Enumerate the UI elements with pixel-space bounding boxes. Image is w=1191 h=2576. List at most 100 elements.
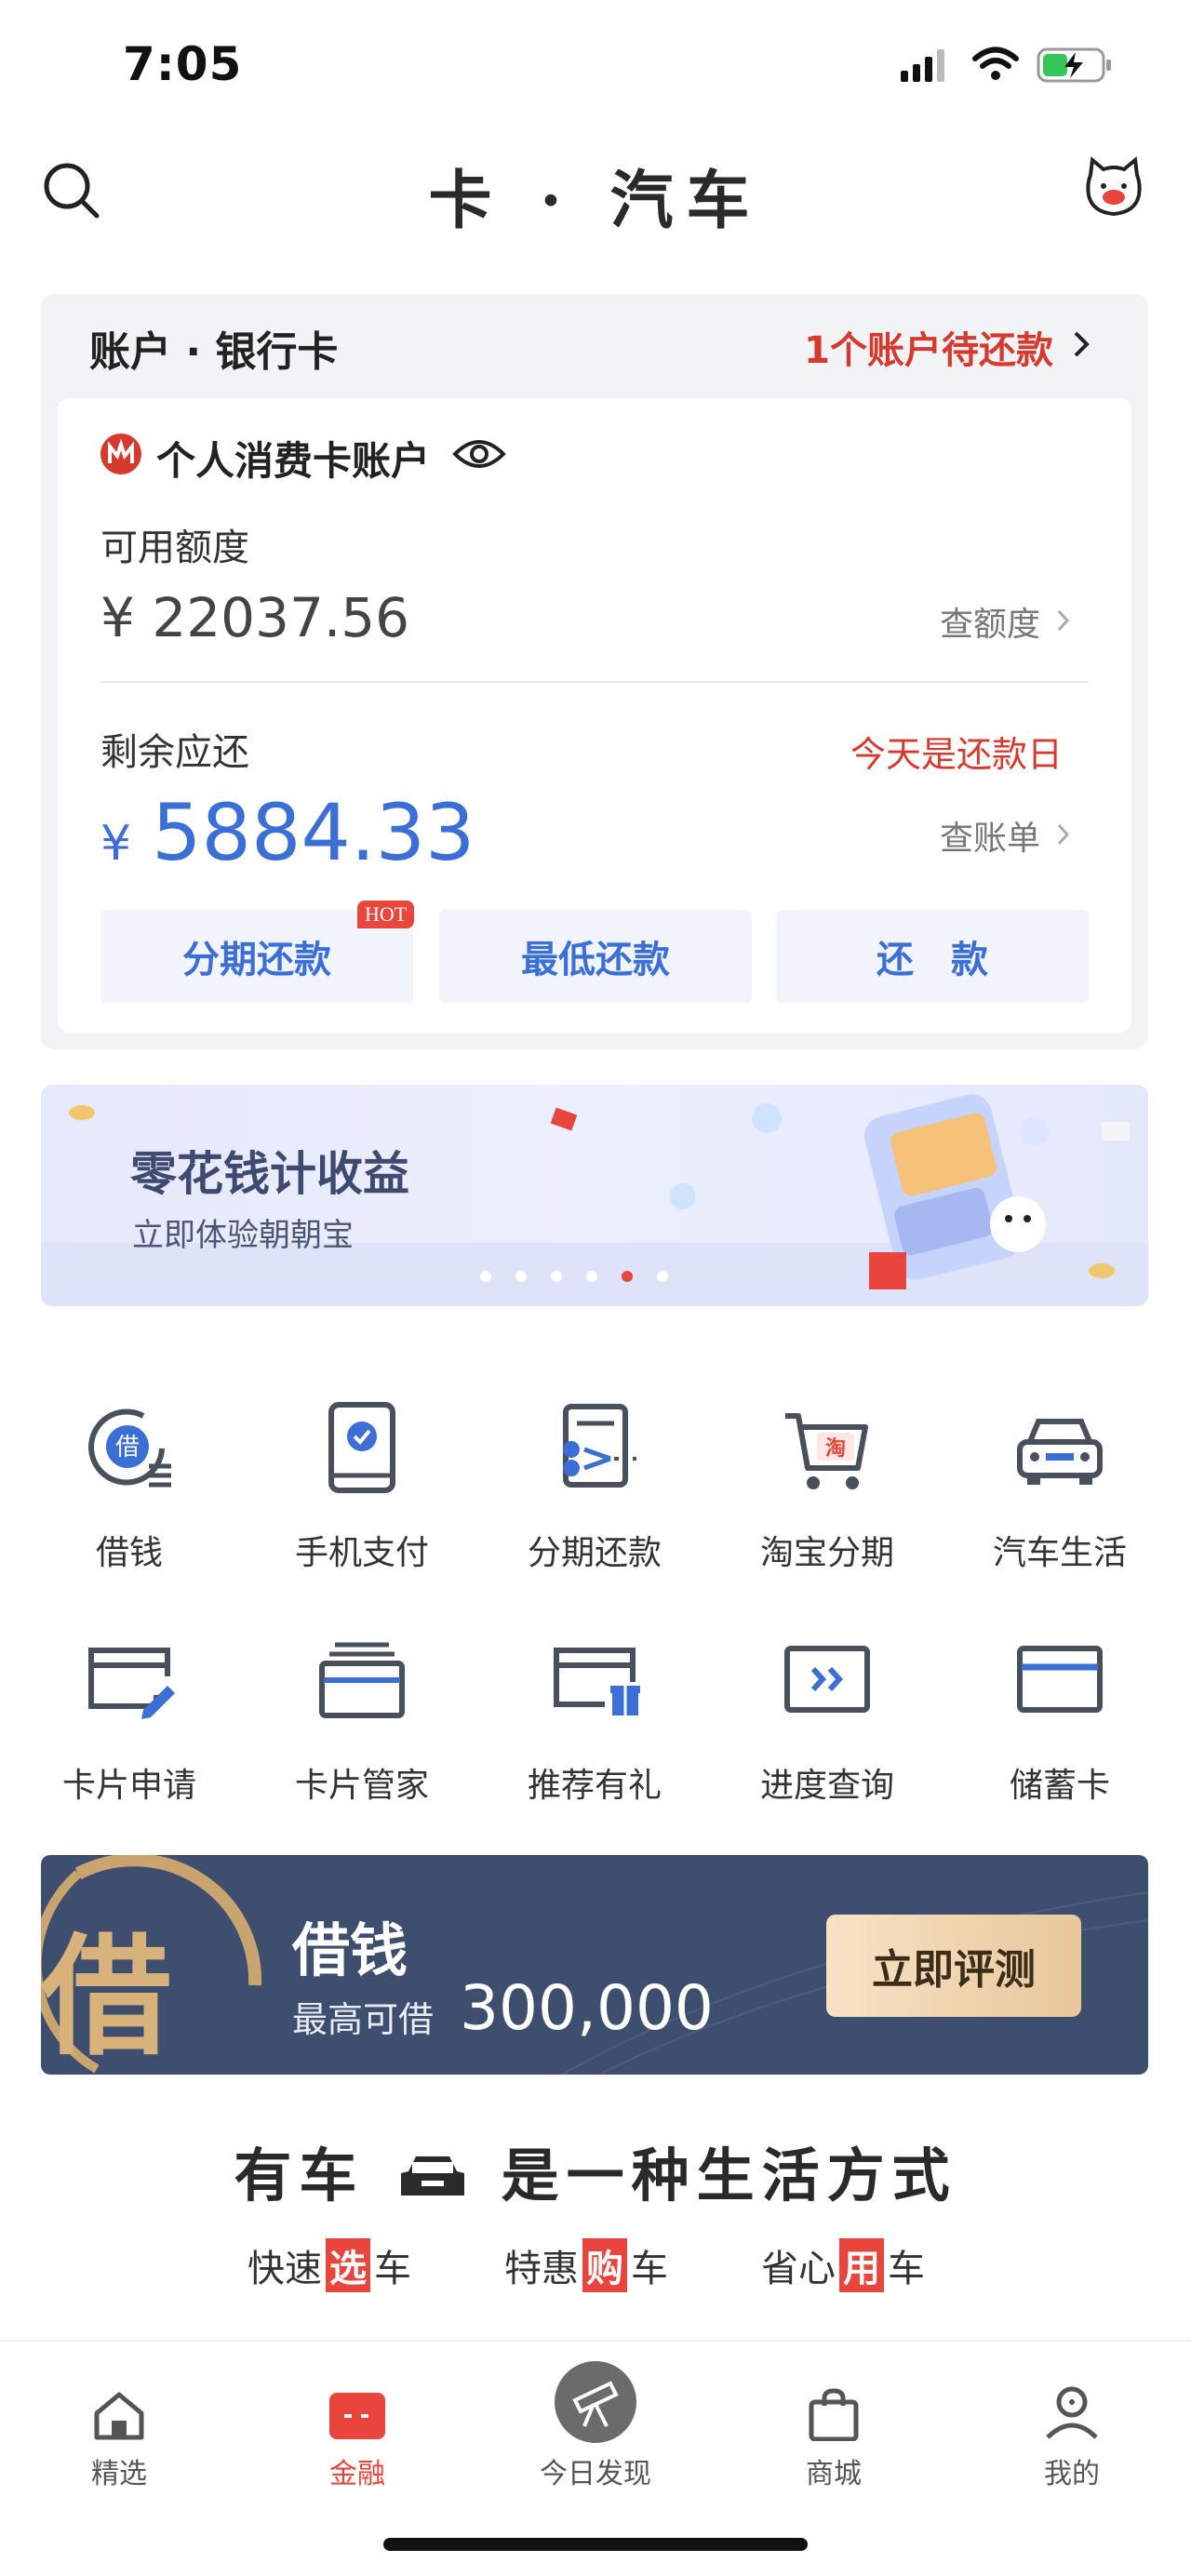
card-manager-icon xyxy=(311,1630,413,1732)
telescope-icon xyxy=(476,2361,715,2443)
grid-item-borrow[interactable]: 借 借钱 xyxy=(13,1397,246,1574)
hot-badge: HOT xyxy=(357,901,415,928)
check-limit-text: 查额度 xyxy=(939,606,1040,644)
progress-icon xyxy=(776,1630,878,1732)
carousel-dot xyxy=(551,1271,562,1282)
taobao-cart-icon: 淘 xyxy=(776,1397,878,1500)
grid-item-car-life[interactable]: 汽车生活 xyxy=(943,1397,1176,1574)
due-notice-text: 1个账户待还款 xyxy=(804,329,1053,372)
tab-mine[interactable]: 我的 xyxy=(953,2363,1191,2491)
grid-label: 汽车生活 xyxy=(992,1534,1127,1572)
shopping-bag-icon xyxy=(715,2363,953,2441)
user-icon xyxy=(953,2363,1191,2441)
eye-icon[interactable] xyxy=(452,435,506,476)
car-link-choose[interactable]: 快速选车 xyxy=(248,2238,411,2292)
wifi-icon xyxy=(971,47,1020,86)
tab-discover[interactable]: 今日发现 xyxy=(476,2361,715,2491)
card-name: 个人消费卡账户 xyxy=(156,438,431,484)
loan-amount: 300,000 xyxy=(460,1972,714,2044)
carousel-dot xyxy=(657,1271,668,1282)
slogan-part-a: 有车 xyxy=(234,2142,365,2209)
due-today-text: 今天是还款日 xyxy=(850,734,1063,775)
debit-card-icon xyxy=(1009,1630,1111,1732)
tab-label: 商城 xyxy=(806,2458,862,2490)
banner-title: 零花钱计收益 xyxy=(130,1146,409,1201)
bank-logo-icon xyxy=(99,432,143,480)
tab-label: 精选 xyxy=(91,2458,147,2490)
borrow-icon: 借 xyxy=(78,1397,181,1500)
grid-item-progress[interactable]: 进度查询 xyxy=(711,1630,943,1807)
grid-label: 淘宝分期 xyxy=(759,1534,894,1572)
svg-text:淘: 淘 xyxy=(825,1436,846,1461)
minimum-repay-button[interactable]: 最低还款 xyxy=(439,910,752,1003)
car-link-pre: 快速 xyxy=(248,2248,322,2290)
carousel-dot-active xyxy=(622,1271,633,1282)
grid-item-card-apply[interactable]: 卡片申请 xyxy=(13,1630,246,1807)
car-link-highlight: 用 xyxy=(839,2238,884,2292)
check-limit-link[interactable]: 查额度 xyxy=(940,597,1070,646)
grid-label: 进度查询 xyxy=(759,1767,894,1805)
tab-featured[interactable]: 精选 xyxy=(0,2363,238,2491)
banner-subtitle: 立即体验朝朝宝 xyxy=(132,1217,354,1254)
cat-mascot-icon[interactable] xyxy=(1083,156,1144,221)
grid-label: 卡片申请 xyxy=(61,1767,196,1805)
tab-label: 我的 xyxy=(1044,2458,1100,2490)
grid-label: 借钱 xyxy=(95,1534,163,1572)
grid-label: 推荐有礼 xyxy=(527,1767,662,1805)
svg-text:借: 借 xyxy=(115,1434,140,1462)
grid-label: 储蓄卡 xyxy=(1009,1767,1110,1805)
carousel-dot xyxy=(480,1271,491,1282)
remaining-amount: ¥ 5884.33 xyxy=(100,787,475,878)
car-link-buy[interactable]: 特惠购车 xyxy=(504,2238,668,2292)
divider xyxy=(100,681,1089,683)
signal-icon xyxy=(901,48,947,86)
currency-symbol: ¥ xyxy=(100,816,132,872)
chevron-right-icon xyxy=(1072,326,1091,368)
repay-button[interactable]: 还 款 xyxy=(776,910,1089,1003)
grid-item-referral[interactable]: 推荐有礼 xyxy=(478,1630,711,1807)
check-bill-link[interactable]: 查账单 xyxy=(940,811,1070,860)
loan-title: 借钱 xyxy=(292,1916,408,1984)
grid-item-installment[interactable]: 分期还款 xyxy=(478,1397,711,1574)
phone-pay-icon xyxy=(311,1397,413,1500)
check-bill-text: 查账单 xyxy=(939,820,1040,858)
loan-prefix: 最高可借 xyxy=(292,1999,435,2040)
carousel-dots xyxy=(480,1271,668,1282)
tab-label: 金融 xyxy=(329,2458,385,2490)
home-icon xyxy=(0,2363,238,2441)
available-label: 可用额度 xyxy=(100,527,249,569)
remaining-value: 5884.33 xyxy=(152,787,475,878)
battery-icon xyxy=(1037,47,1115,87)
car-link-post: 车 xyxy=(631,2248,668,2290)
grid-item-phone-pay[interactable]: 手机支付 xyxy=(246,1397,478,1574)
car-link-highlight: 选 xyxy=(326,2238,370,2292)
account-section-title: 账户 · 银行卡 xyxy=(89,328,339,376)
remaining-label: 剩余应还 xyxy=(100,731,249,774)
chevron-right-icon xyxy=(1057,817,1070,855)
car-slogan: 有车 是一种生活方式 xyxy=(0,2129,1191,2215)
card-apply-icon xyxy=(78,1630,181,1732)
grid-item-debit-card[interactable]: 储蓄卡 xyxy=(943,1630,1176,1807)
car-link-pre: 省心 xyxy=(761,2248,836,2290)
installment-icon xyxy=(543,1397,646,1500)
referral-gift-icon xyxy=(543,1630,646,1732)
chevron-right-icon xyxy=(1057,603,1070,641)
page-title: 卡 · 汽车 xyxy=(428,164,763,238)
carousel-dot xyxy=(515,1271,527,1282)
grid-item-taobao[interactable]: 淘 淘宝分期 xyxy=(711,1397,943,1574)
grid-label: 分期还款 xyxy=(527,1534,662,1572)
carousel-dot xyxy=(586,1271,597,1282)
car-link-use[interactable]: 省心用车 xyxy=(761,2238,925,2292)
car-link-pre: 特惠 xyxy=(504,2248,579,2290)
wallet-icon xyxy=(238,2363,476,2441)
evaluate-now-button[interactable]: 立即评测 xyxy=(826,1915,1081,2017)
home-indicator xyxy=(383,2538,808,2551)
grid-item-card-manager[interactable]: 卡片管家 xyxy=(246,1630,478,1807)
grid-label: 手机支付 xyxy=(294,1534,429,1572)
car-icon xyxy=(1009,1397,1111,1500)
tab-mall[interactable]: 商城 xyxy=(715,2363,953,2491)
tab-finance[interactable]: 金融 xyxy=(238,2363,476,2491)
grid-label: 卡片管家 xyxy=(294,1767,429,1805)
car-front-icon xyxy=(397,2147,468,2215)
due-notice-link[interactable]: 1个账户待还款 xyxy=(804,320,1091,374)
